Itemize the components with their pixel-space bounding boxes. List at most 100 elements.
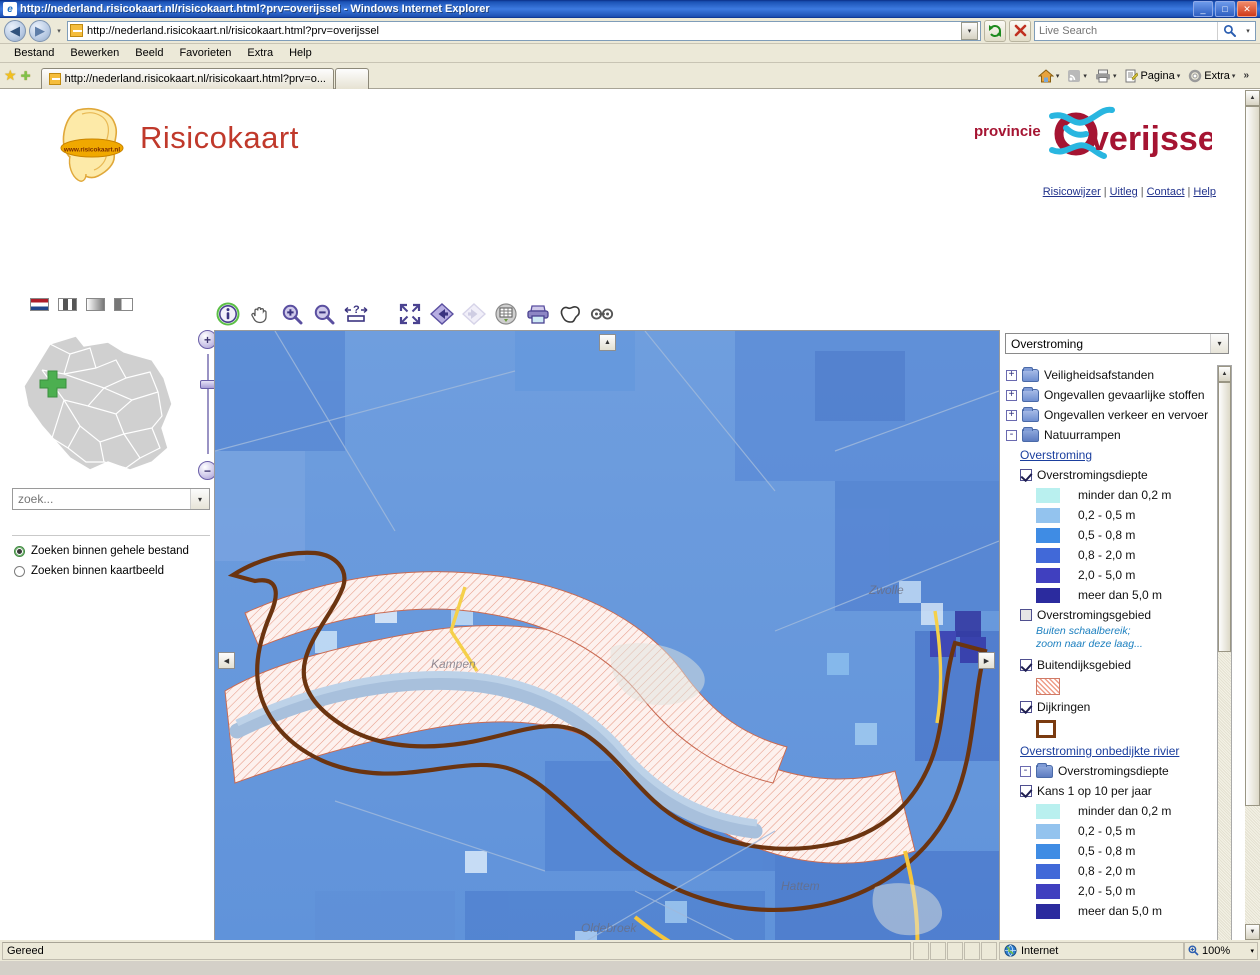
- page-scroll-up-button[interactable]: ▲: [1245, 90, 1260, 106]
- page-menu-button[interactable]: Pagina ▾: [1121, 67, 1183, 85]
- legend-checkbox[interactable]: [1020, 469, 1032, 481]
- search-provider-dropdown-icon[interactable]: ▾: [1241, 22, 1255, 40]
- legend-link[interactable]: Overstroming onbedijkte rivier: [1020, 744, 1179, 758]
- back-button[interactable]: ◀: [4, 19, 26, 42]
- legend-tree[interactable]: + Veiligheidsafstanden + Ongevallen gevaarl…: [1002, 365, 1216, 940]
- legend-row[interactable]: Kans 1 op 10 per jaar: [1002, 781, 1216, 801]
- feeds-button[interactable]: ▾: [1064, 67, 1090, 85]
- command-bar-overflow-icon[interactable]: »: [1240, 70, 1252, 81]
- link-tool[interactable]: [590, 302, 614, 326]
- history-dropdown-icon[interactable]: ▾: [54, 20, 64, 42]
- menu-item-bestand[interactable]: Bestand: [6, 45, 62, 61]
- zoom-dropdown-icon[interactable]: ▾: [1250, 947, 1254, 955]
- pan-tool[interactable]: [248, 302, 272, 326]
- search-input[interactable]: [1035, 24, 1217, 37]
- zoom-out-tool[interactable]: [312, 302, 336, 326]
- location-search-box[interactable]: ▾: [12, 488, 210, 510]
- home-button[interactable]: ▾: [1035, 67, 1063, 85]
- nav-link-uitleg[interactable]: Uitleg: [1110, 186, 1138, 198]
- legend-scrollbar[interactable]: ▲ ▼: [1217, 365, 1232, 940]
- radio-button-off[interactable]: [14, 565, 25, 577]
- flag-nl-icon[interactable]: [30, 298, 49, 311]
- legend-scroll-thumb[interactable]: [1218, 382, 1231, 652]
- expand-icon[interactable]: +: [1006, 369, 1017, 381]
- stop-button[interactable]: [1009, 19, 1031, 42]
- collapse-icon[interactable]: -: [1020, 765, 1031, 777]
- security-zone[interactable]: Internet: [999, 941, 1184, 960]
- legend-row[interactable]: Overstroming: [1002, 445, 1216, 465]
- legend-checkbox[interactable]: [1020, 701, 1032, 713]
- legend-row[interactable]: Overstromingsdiepte: [1002, 465, 1216, 485]
- page-menu-dropdown-icon[interactable]: ▾: [1177, 72, 1181, 80]
- location-search-input[interactable]: [13, 492, 190, 506]
- page-scrollbar[interactable]: ▲ ▼: [1244, 90, 1260, 940]
- tab-risicokaart[interactable]: http://nederland.risicokaart.nl/risicoka…: [40, 67, 334, 89]
- legend-checkbox[interactable]: [1020, 609, 1032, 621]
- page-scroll-thumb[interactable]: [1245, 106, 1260, 806]
- legend-checkbox[interactable]: [1020, 659, 1032, 671]
- print-tool[interactable]: [526, 302, 550, 326]
- search-go-button[interactable]: [1217, 21, 1241, 40]
- home-dropdown-icon[interactable]: ▾: [1056, 72, 1060, 80]
- url-bar[interactable]: http://nederland.risicokaart.nl/risicoka…: [67, 20, 981, 41]
- previous-extent-tool[interactable]: [430, 302, 454, 326]
- zoom-slider-track[interactable]: [207, 354, 209, 454]
- split-view-icon[interactable]: [114, 298, 133, 311]
- close-button[interactable]: ✕: [1237, 1, 1257, 17]
- print-dropdown-icon[interactable]: ▾: [1113, 72, 1117, 80]
- radio-zoeken-gehele-bestand[interactable]: Zoeken binnen gehele bestand: [14, 545, 189, 557]
- full-extent-tool[interactable]: [398, 302, 422, 326]
- new-tab-button[interactable]: [335, 67, 369, 89]
- zoom-level-control[interactable]: 100% ▾: [1184, 941, 1258, 960]
- legend-row[interactable]: Buitendijksgebied: [1002, 655, 1216, 675]
- theme-select[interactable]: Overstroming ▾: [1005, 333, 1229, 354]
- url-dropdown-icon[interactable]: ▾: [961, 21, 978, 40]
- collapse-icon[interactable]: -: [1006, 429, 1017, 441]
- menu-item-help[interactable]: Help: [281, 45, 320, 61]
- tools-menu-dropdown-icon[interactable]: ▾: [1232, 72, 1236, 80]
- page-scroll-track[interactable]: [1245, 106, 1260, 924]
- theme-select-dropdown-icon[interactable]: ▾: [1210, 334, 1228, 353]
- nav-link-risicowijzer[interactable]: Risicowijzer: [1043, 186, 1101, 198]
- legend-link[interactable]: Overstroming: [1020, 448, 1092, 462]
- next-extent-tool[interactable]: [462, 302, 486, 326]
- page-scroll-down-button[interactable]: ▼: [1245, 924, 1260, 940]
- add-to-favorites-icon[interactable]: ✚: [21, 69, 31, 83]
- legend-row[interactable]: Dijkringen: [1002, 697, 1216, 717]
- risicokaart-logo[interactable]: www.risicokaart.nl: [48, 104, 138, 188]
- radio-button-on[interactable]: [14, 545, 25, 557]
- menu-item-extra[interactable]: Extra: [239, 45, 281, 61]
- print-button[interactable]: ▾: [1092, 67, 1120, 85]
- radio-zoeken-kaartbeeld[interactable]: Zoeken binnen kaartbeeld: [14, 565, 164, 577]
- info-tool[interactable]: [216, 302, 240, 326]
- map-canvas-container[interactable]: Kampen Oldebroek Hattem Zwolle Topografi…: [214, 330, 1000, 940]
- pan-right-button[interactable]: ▶: [978, 652, 995, 669]
- nav-link-help[interactable]: Help: [1193, 186, 1216, 198]
- overview-map[interactable]: [12, 330, 194, 482]
- measure-tool[interactable]: ?: [344, 302, 368, 326]
- browser-search-box[interactable]: ▾: [1034, 20, 1256, 41]
- menu-item-bewerken[interactable]: Bewerken: [62, 45, 127, 61]
- expand-icon[interactable]: +: [1006, 389, 1017, 401]
- location-search-dropdown-icon[interactable]: ▾: [190, 489, 209, 509]
- grid-icon[interactable]: [58, 298, 77, 311]
- minimize-button[interactable]: _: [1193, 1, 1213, 17]
- grayscale-icon[interactable]: [86, 298, 105, 311]
- zoom-in-tool[interactable]: [280, 302, 304, 326]
- legend-row[interactable]: - Overstromingsdiepte: [1002, 761, 1216, 781]
- nav-link-contact[interactable]: Contact: [1147, 186, 1185, 198]
- select-shape-tool[interactable]: [558, 302, 582, 326]
- pan-up-button[interactable]: ▲: [599, 334, 616, 351]
- legend-scroll-track[interactable]: [1218, 382, 1231, 940]
- tools-menu-button[interactable]: Extra ▾: [1185, 67, 1238, 85]
- legend-row[interactable]: + Ongevallen gevaarlijke stoffen: [1002, 385, 1216, 405]
- legend-scroll-up-button[interactable]: ▲: [1218, 366, 1231, 382]
- legend-row[interactable]: + Ongevallen verkeer en vervoer: [1002, 405, 1216, 425]
- legend-row[interactable]: + Veiligheidsafstanden: [1002, 365, 1216, 385]
- legend-row[interactable]: Overstromingsgebied: [1002, 605, 1216, 625]
- pan-left-button[interactable]: ◀: [218, 652, 235, 669]
- legend-row[interactable]: Overstroming onbedijkte rivier: [1002, 741, 1216, 761]
- legend-row[interactable]: - Natuurrampen: [1002, 425, 1216, 445]
- forward-button[interactable]: ▶: [29, 19, 51, 42]
- refresh-button[interactable]: [984, 19, 1006, 42]
